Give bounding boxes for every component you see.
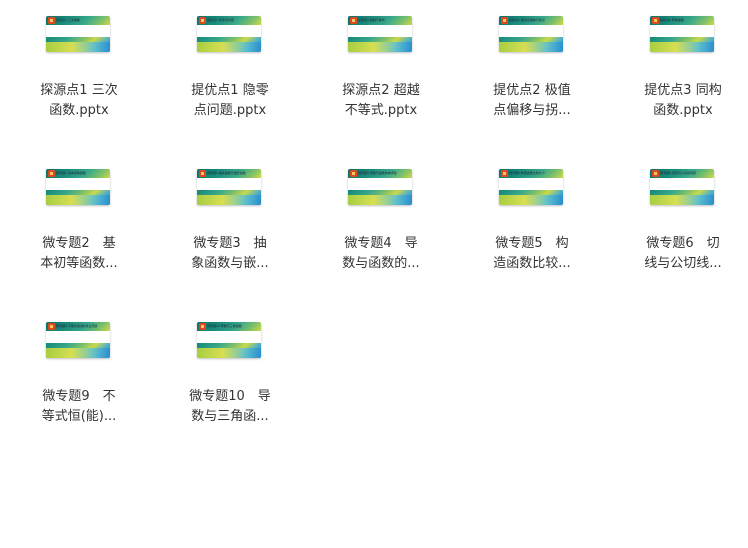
slide-logo-icon [48,170,55,177]
thumbnail-title: 微专题9 不等式恒(能)成立问题 [56,324,98,328]
file-grid: 探究点1 三次函数 探源点1 三次 函数.pptx 提优点1 隐零点问题 提优点… [0,0,748,548]
pptx-thumbnail[interactable]: 探源点2 超越不等式 [348,16,412,52]
file-name-line2: 本初等函数... [40,256,118,271]
file-name-line2: 象函数与嵌... [191,256,269,271]
pptx-thumbnail[interactable]: 微专题9 不等式恒(能)成立问题 [46,322,110,358]
thumbnail-title: 探究点1 三次函数 [56,18,80,22]
file-name-line2: 函数.pptx [653,103,713,118]
pptx-thumbnail[interactable]: 微专题4 导数与函数的单调性 [348,169,412,205]
file-item[interactable]: 探究点1 三次函数 探源点1 三次 函数.pptx [19,16,139,156]
thumbnail-title: 微专题4 导数与函数的单调性 [358,171,397,175]
file-item[interactable]: 微专题6 切线与公切线问题 微专题6 切 线与公切线... [623,169,743,309]
slide-logo-icon [48,323,55,330]
file-item[interactable]: 提优点1 隐零点问题 提优点1 隐零 点问题.pptx [170,16,290,156]
thumbnail-title: 微专题2 基本初等函数 [56,171,86,175]
file-name[interactable]: 微专题10 导 数与三角函... [170,387,290,427]
file-name[interactable]: 提优点3 同构 函数.pptx [623,81,743,121]
file-name[interactable]: 微专题5 构 造函数比较... [472,234,592,274]
pptx-thumbnail[interactable]: 微专题10 导数与三角函数 [197,322,261,358]
pptx-thumbnail[interactable]: 微专题5 构造函数比较大小 [499,169,563,205]
slide-logo-icon [652,170,659,177]
file-name[interactable]: 微专题2 基 本初等函数... [19,234,139,274]
file-name-line1: 微专题4 导 [344,236,418,251]
file-item[interactable]: 探源点2 超越不等式 探源点2 超越 不等式.pptx [321,16,441,156]
file-name-line1: 微专题10 导 [189,389,271,404]
file-name-line1: 提优点1 隐零 [191,83,269,98]
file-item[interactable]: 微专题2 基本初等函数 微专题2 基 本初等函数... [19,169,139,309]
slide-logo-icon [48,17,55,24]
file-name-line2: 数与三角函... [191,409,269,424]
file-name-line1: 微专题2 基 [42,236,116,251]
file-name-line2: 点偏移与拐... [493,103,571,118]
thumbnail-title: 探源点2 超越不等式 [358,18,385,22]
file-name[interactable]: 探源点2 超越 不等式.pptx [321,81,441,121]
slide-logo-icon [199,170,206,177]
slide-logo-icon [199,323,206,330]
slide-logo-icon [652,17,659,24]
thumbnail-title: 提优点3 同构函数 [660,18,684,22]
file-name-line2: 点问题.pptx [193,103,267,118]
slide-logo-icon [350,17,357,24]
file-item[interactable]: 微专题10 导数与三角函数 微专题10 导 数与三角函... [170,322,290,462]
file-item[interactable]: 微专题5 构造函数比较大小 微专题5 构 造函数比较... [472,169,592,309]
thumbnail-title: 微专题10 导数与三角函数 [207,324,242,328]
file-name-line1: 微专题5 构 [495,236,569,251]
file-name[interactable]: 微专题3 抽 象函数与嵌... [170,234,290,274]
pptx-thumbnail[interactable]: 提优点3 同构函数 [650,16,714,52]
file-name-line1: 提优点3 同构 [644,83,722,98]
slide-logo-icon [350,170,357,177]
thumbnail-title: 微专题5 构造函数比较大小 [509,171,545,175]
file-name-line2: 等式恒(能)... [41,409,117,424]
file-item[interactable]: 微专题9 不等式恒(能)成立问题 微专题9 不 等式恒(能)... [19,322,139,462]
thumbnail-title: 微专题3 抽象函数与嵌套函数 [207,171,246,175]
file-name[interactable]: 提优点1 隐零 点问题.pptx [170,81,290,121]
file-name-line2: 不等式.pptx [344,103,418,118]
file-name[interactable]: 微专题6 切 线与公切线... [623,234,743,274]
slide-logo-icon [501,17,508,24]
pptx-thumbnail[interactable]: 提优点2 极值点偏移与拐点 [499,16,563,52]
file-item[interactable]: 微专题3 抽象函数与嵌套函数 微专题3 抽 象函数与嵌... [170,169,290,309]
file-name-line1: 探源点2 超越 [342,83,420,98]
pptx-thumbnail[interactable]: 探究点1 三次函数 [46,16,110,52]
file-name-line1: 探源点1 三次 [40,83,118,98]
file-item[interactable]: 提优点3 同构函数 提优点3 同构 函数.pptx [623,16,743,156]
slide-logo-icon [199,17,206,24]
file-item[interactable]: 微专题4 导数与函数的单调性 微专题4 导 数与函数的... [321,169,441,309]
pptx-thumbnail[interactable]: 微专题3 抽象函数与嵌套函数 [197,169,261,205]
thumbnail-title: 提优点2 极值点偏移与拐点 [509,18,545,22]
file-item[interactable]: 提优点2 极值点偏移与拐点 提优点2 极值 点偏移与拐... [472,16,592,156]
pptx-thumbnail[interactable]: 微专题6 切线与公切线问题 [650,169,714,205]
thumbnail-title: 提优点1 隐零点问题 [207,18,234,22]
file-name-line1: 微专题6 切 [646,236,720,251]
file-name[interactable]: 微专题9 不 等式恒(能)... [19,387,139,427]
thumbnail-title: 微专题6 切线与公切线问题 [660,171,696,175]
file-name-line1: 微专题3 抽 [193,236,267,251]
file-name-line2: 数与函数的... [342,256,420,271]
file-name[interactable]: 探源点1 三次 函数.pptx [19,81,139,121]
pptx-thumbnail[interactable]: 微专题2 基本初等函数 [46,169,110,205]
slide-logo-icon [501,170,508,177]
file-name[interactable]: 提优点2 极值 点偏移与拐... [472,81,592,121]
file-name-line1: 提优点2 极值 [493,83,571,98]
file-name-line2: 线与公切线... [644,256,722,271]
file-name-line2: 函数.pptx [49,103,109,118]
file-name-line1: 微专题9 不 [42,389,116,404]
pptx-thumbnail[interactable]: 提优点1 隐零点问题 [197,16,261,52]
file-name[interactable]: 微专题4 导 数与函数的... [321,234,441,274]
file-name-line2: 造函数比较... [493,256,571,271]
